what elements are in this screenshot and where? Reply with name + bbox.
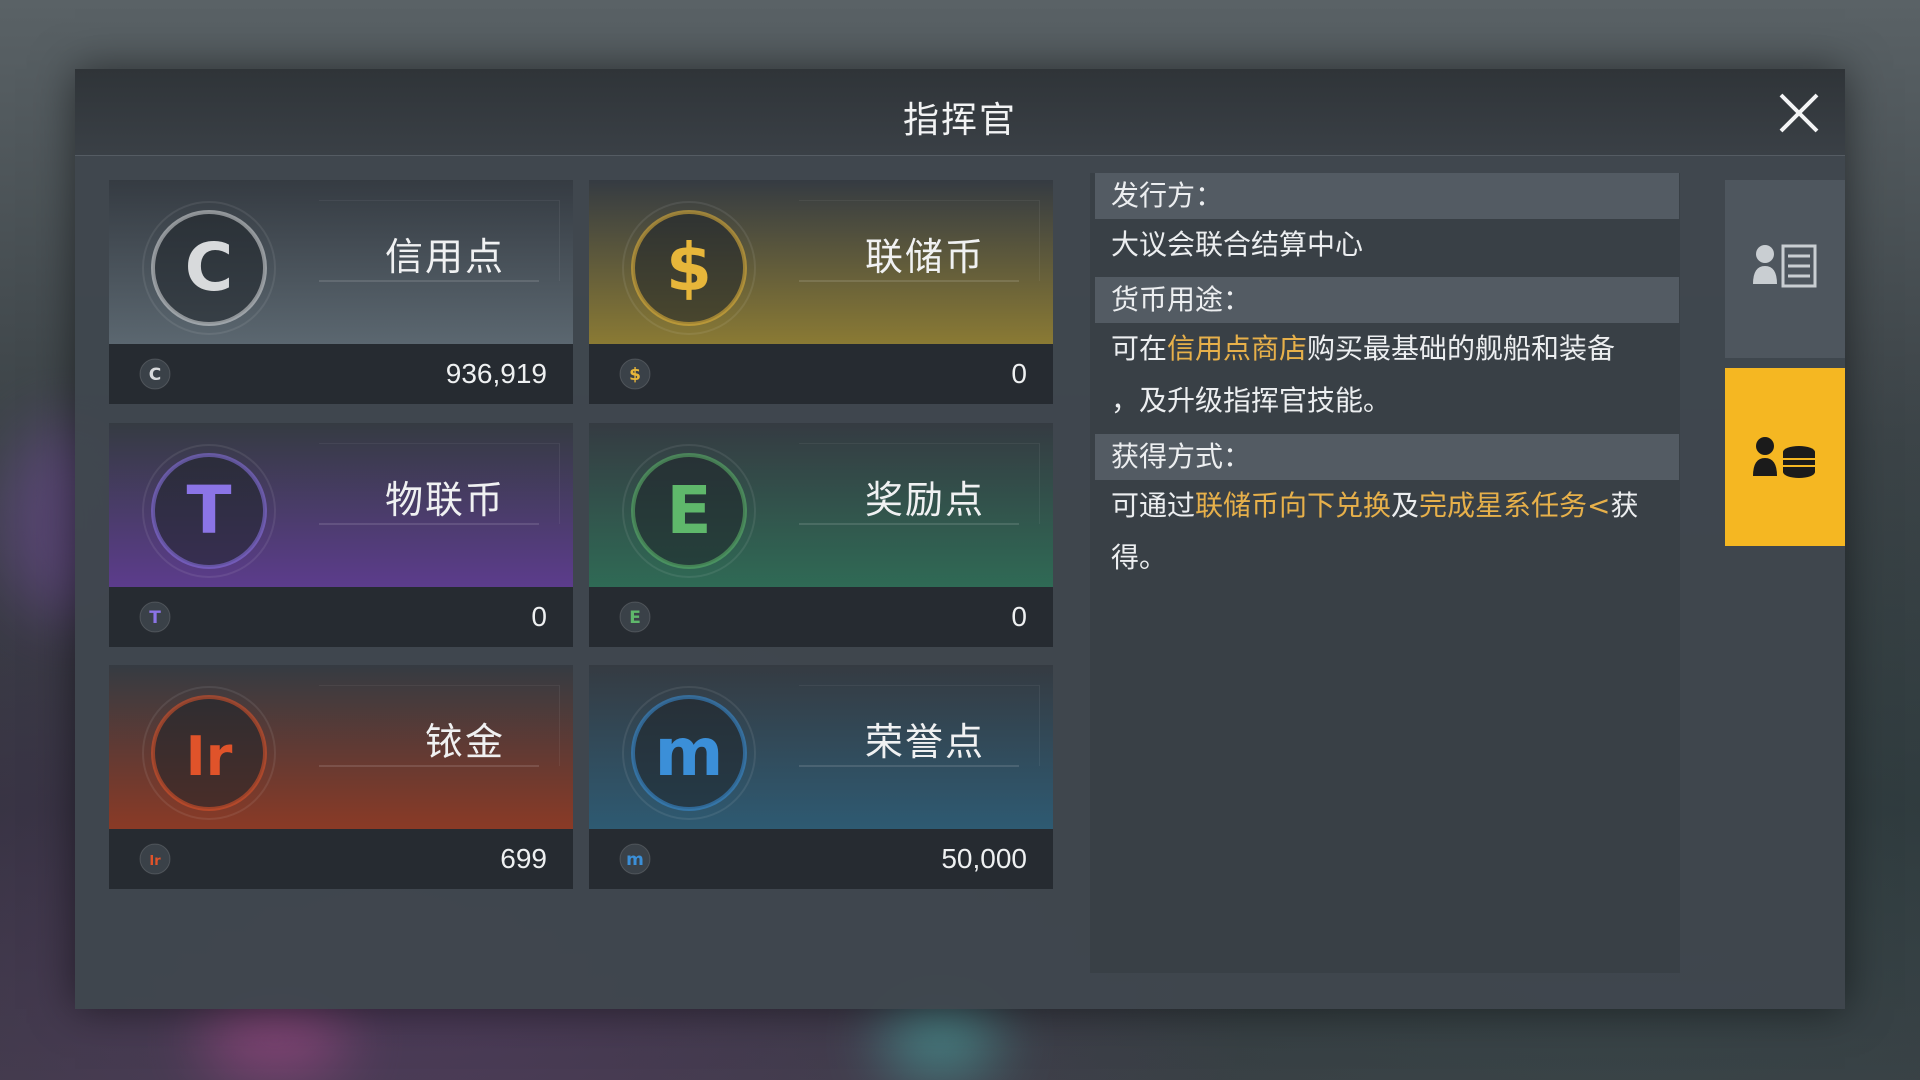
currency-amount: 50,000 bbox=[941, 843, 1027, 874]
usage-suffix: 购买最基础的舰船和装备 bbox=[1307, 332, 1616, 365]
currency-name: 奖励点 bbox=[864, 478, 985, 522]
reward-small-icon: E bbox=[619, 601, 651, 633]
profile-coins-icon bbox=[1753, 437, 1815, 478]
galaxy-mission-link[interactable]: 完成星系任务< bbox=[1419, 489, 1610, 522]
currency-amount: 0 bbox=[1011, 358, 1027, 389]
background-glow bbox=[880, 1000, 1000, 1080]
exchange-link[interactable]: 联储币向下兑换 bbox=[1195, 489, 1391, 522]
currency-amount: 699 bbox=[500, 843, 547, 874]
iridium-small-icon: Ir bbox=[139, 843, 171, 875]
usage-heading: 货币用途： bbox=[1095, 277, 1679, 323]
card-footer bbox=[589, 587, 1053, 647]
currency-card-federal-coin[interactable]: $ 联储币 $ 0 bbox=[589, 180, 1053, 404]
reward-emblem-icon: E bbox=[622, 444, 756, 578]
currency-name: 铱金 bbox=[424, 720, 505, 764]
currency-name: 联储币 bbox=[864, 235, 985, 279]
obtain-heading: 获得方式： bbox=[1095, 434, 1679, 480]
svg-text:$: $ bbox=[629, 365, 641, 385]
card-footer bbox=[589, 344, 1053, 404]
obtain-text: 可通过联储币向下兑换及完成星系任务<获 得。 bbox=[1111, 480, 1671, 584]
currency-amount: 0 bbox=[531, 601, 547, 632]
issuer-heading: 发行方： bbox=[1095, 173, 1679, 219]
profile-list-icon bbox=[1753, 244, 1817, 288]
credit-shop-link[interactable]: 信用点商店 bbox=[1167, 332, 1307, 365]
dialog-header: 指挥官 bbox=[75, 69, 1845, 156]
usage-text: 可在信用点商店购买最基础的舰船和装备 ，及升级指挥官技能。 bbox=[1111, 323, 1671, 427]
federal-coin-small-icon: $ bbox=[619, 358, 651, 390]
currency-card-iridium[interactable]: Ir 铱金 Ir 699 bbox=[109, 665, 573, 889]
currency-name: 荣誉点 bbox=[864, 720, 985, 764]
usage-prefix: 可在 bbox=[1111, 332, 1168, 365]
currency-amount: 0 bbox=[1011, 601, 1027, 632]
svg-text:E: E bbox=[629, 608, 641, 628]
emblem-symbol: C bbox=[185, 229, 233, 306]
credit-emblem-icon: C bbox=[142, 201, 276, 335]
emblem-symbol: m bbox=[655, 714, 724, 791]
emblem-symbol: E bbox=[666, 472, 711, 549]
emblem-symbol: T bbox=[186, 472, 231, 549]
card-footer bbox=[109, 587, 573, 647]
issuer-value: 大议会联合结算中心 bbox=[1111, 228, 1364, 261]
iot-coin-small-icon: T bbox=[139, 601, 171, 633]
svg-text:m: m bbox=[626, 850, 644, 870]
obtain-mid: 及 bbox=[1391, 489, 1420, 522]
federal-coin-emblem-icon: $ bbox=[622, 201, 756, 335]
obtain-prefix: 可通过 bbox=[1111, 489, 1196, 522]
background-glow bbox=[200, 1000, 350, 1080]
iot-coin-emblem-icon: T bbox=[142, 444, 276, 578]
commander-dialog: 指挥官 C 信用点 C 936,919 $ 联储币 $ 0 T 物联币 T 0 … bbox=[75, 69, 1845, 1009]
iridium-emblem-icon: Ir bbox=[142, 686, 276, 820]
obtain-suffix: 获 bbox=[1610, 489, 1639, 522]
currency-card-reward[interactable]: E 奖励点 E 0 bbox=[589, 423, 1053, 647]
tab-profile[interactable] bbox=[1725, 180, 1845, 358]
tab-wallet[interactable] bbox=[1725, 368, 1845, 546]
currency-amount: 936,919 bbox=[445, 358, 547, 389]
dialog-title: 指挥官 bbox=[902, 100, 1017, 141]
svg-text:C: C bbox=[149, 365, 161, 385]
honor-small-icon: m bbox=[619, 843, 651, 875]
currency-name: 物联币 bbox=[384, 478, 505, 522]
emblem-symbol: $ bbox=[666, 229, 712, 306]
currency-card-iot-coin[interactable]: T 物联币 T 0 bbox=[109, 423, 573, 647]
close-icon bbox=[1779, 93, 1819, 133]
credit-small-icon: C bbox=[139, 358, 171, 390]
obtain-line2: 得。 bbox=[1111, 541, 1168, 574]
currency-card-honor[interactable]: m 荣誉点 m 50,000 bbox=[589, 665, 1053, 889]
svg-text:T: T bbox=[149, 608, 161, 628]
honor-emblem-icon: m bbox=[622, 686, 756, 820]
currency-card-credit[interactable]: C 信用点 C 936,919 bbox=[109, 180, 573, 404]
svg-text:Ir: Ir bbox=[149, 854, 161, 869]
currency-name: 信用点 bbox=[384, 235, 505, 279]
emblem-symbol: Ir bbox=[186, 725, 233, 788]
close-button[interactable] bbox=[1773, 87, 1825, 139]
currency-info-panel: 发行方： 大议会联合结算中心 货币用途： 可在信用点商店购买最基础的舰船和装备 … bbox=[1090, 173, 1680, 973]
usage-line2: ，及升级指挥官技能。 bbox=[1111, 384, 1392, 417]
